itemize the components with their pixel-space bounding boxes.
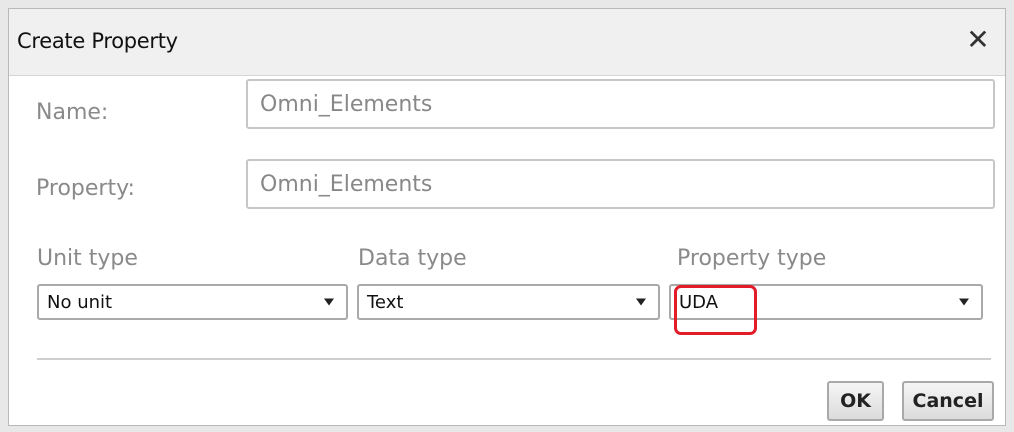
property-type-label: Property type	[677, 246, 827, 271]
close-icon[interactable]: ✕	[961, 23, 995, 57]
property-type-select[interactable]: UDA	[669, 284, 983, 320]
property-label: Property:	[36, 176, 135, 201]
data-type-label: Data type	[358, 246, 467, 271]
name-label: Name:	[36, 100, 109, 125]
property-input[interactable]: Omni_Elements	[246, 159, 995, 209]
dialog-title: Create Property	[17, 29, 178, 53]
chevron-down-icon	[324, 298, 334, 306]
data-type-select[interactable]: Text	[357, 284, 660, 320]
create-property-dialog: Create Property ✕ Name: Omni_Elements Pr…	[8, 8, 1006, 426]
unit-type-value: No unit	[47, 291, 113, 313]
property-type-value: UDA	[679, 291, 719, 313]
unit-type-label: Unit type	[37, 246, 138, 271]
title-bar: Create Property ✕	[9, 9, 1005, 76]
chevron-down-icon	[636, 298, 646, 306]
ok-button[interactable]: OK	[827, 381, 884, 421]
chevron-down-icon	[959, 298, 969, 306]
data-type-value: Text	[367, 291, 404, 313]
name-input[interactable]: Omni_Elements	[246, 79, 995, 129]
divider	[37, 358, 991, 360]
cancel-button[interactable]: Cancel	[902, 381, 994, 421]
unit-type-select[interactable]: No unit	[37, 284, 348, 320]
